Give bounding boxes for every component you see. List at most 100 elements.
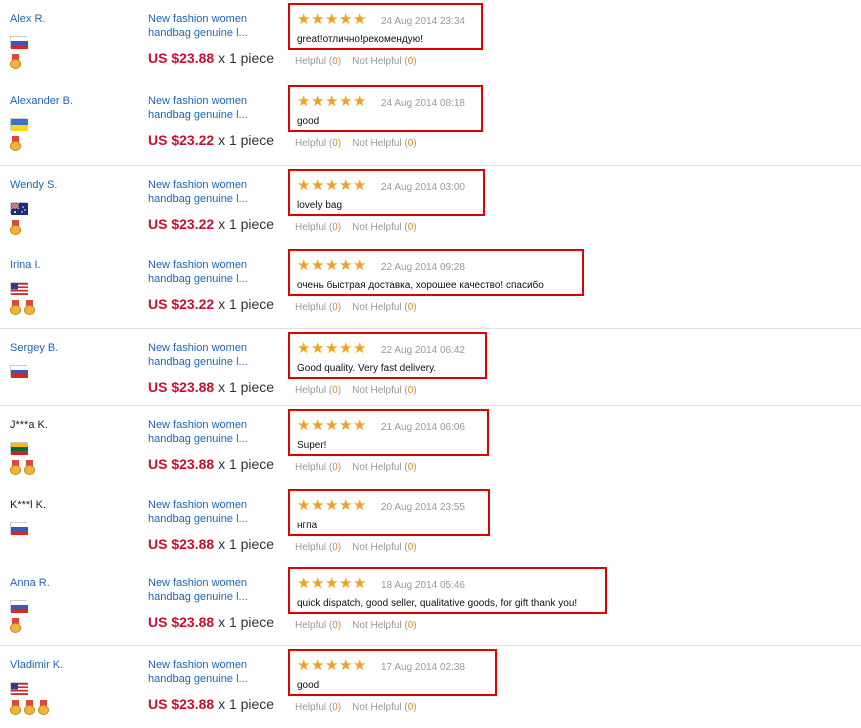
not-helpful-label: Not Helpful — [352, 702, 402, 713]
star-icon: ★ — [311, 11, 325, 28]
review-date: 24 Aug 2014 08:18 — [381, 98, 465, 109]
not-helpful-button[interactable]: Not Helpful (0) — [352, 56, 416, 67]
star-rating: ★★★★★ — [297, 11, 367, 28]
helpful-button[interactable]: Helpful (0) — [295, 222, 341, 233]
product-info: New fashion women handbag genuine l... US… — [148, 576, 278, 630]
buyer-info: Anna R. — [10, 577, 50, 634]
star-icon: ★ — [297, 93, 311, 110]
product-info: New fashion women handbag genuine l... US… — [148, 498, 278, 552]
buyer-medal-icon — [38, 700, 49, 715]
not-helpful-label: Not Helpful — [352, 138, 402, 149]
buyer-name[interactable]: Vladimir K. — [10, 659, 63, 672]
order-price: US $23.88 x 1 piece — [148, 379, 278, 395]
not-helpful-button[interactable]: Not Helpful (0) — [352, 542, 416, 553]
order-quantity: x 1 piece — [218, 456, 275, 472]
review-date: 24 Aug 2014 03:00 — [381, 182, 465, 193]
review-votes: Helpful (0) Not Helpful (0) — [295, 462, 428, 473]
helpful-label: Helpful — [295, 542, 327, 553]
buyer-info: K***l K. — [10, 499, 46, 556]
price-amount: US $23.88 — [148, 614, 215, 630]
helpful-button[interactable]: Helpful (0) — [295, 620, 341, 631]
not-helpful-button[interactable]: Not Helpful (0) — [352, 302, 416, 313]
order-price: US $23.88 x 1 piece — [148, 456, 278, 472]
product-title-link[interactable]: New fashion women handbag genuine l... — [148, 94, 278, 122]
buyer-name[interactable]: Wendy S. — [10, 179, 58, 192]
buyer-name[interactable]: Irina I. — [10, 259, 41, 272]
helpful-label: Helpful — [295, 702, 327, 713]
star-icon: ★ — [353, 657, 367, 674]
product-title-link[interactable]: New fashion women handbag genuine l... — [148, 258, 278, 286]
product-title-link[interactable]: New fashion women handbag genuine l... — [148, 178, 278, 206]
star-icon: ★ — [297, 11, 311, 28]
product-title-link[interactable]: New fashion women handbag genuine l... — [148, 498, 278, 526]
buyer-medals — [10, 300, 41, 316]
helpful-button[interactable]: Helpful (0) — [295, 56, 341, 67]
order-price: US $23.88 x 1 piece — [148, 536, 278, 552]
helpful-count: 0 — [332, 302, 338, 313]
product-title-link[interactable]: New fashion women handbag genuine l... — [148, 341, 278, 369]
review-highlight-box: ★★★★★ 18 Aug 2014 05:46 quick dispatch, go… — [288, 567, 607, 614]
helpful-button[interactable]: Helpful (0) — [295, 542, 341, 553]
not-helpful-count: 0 — [407, 222, 414, 233]
price-amount: US $23.88 — [148, 379, 215, 395]
country-flag-icon — [10, 36, 28, 49]
not-helpful-label: Not Helpful — [352, 222, 402, 233]
helpful-button[interactable]: Helpful (0) — [295, 462, 341, 473]
helpful-count: 0 — [332, 542, 338, 553]
not-helpful-button[interactable]: Not Helpful (0) — [352, 385, 416, 396]
buyer-medal-icon — [10, 300, 21, 315]
star-icon: ★ — [297, 657, 311, 674]
review-text: Super! — [297, 440, 327, 451]
review-highlight-box: ★★★★★ 24 Aug 2014 23:34 great!отлично!реко… — [288, 3, 483, 50]
helpful-button[interactable]: Helpful (0) — [295, 702, 341, 713]
not-helpful-button[interactable]: Not Helpful (0) — [352, 462, 416, 473]
buyer-medals — [10, 136, 73, 152]
star-icon: ★ — [353, 575, 367, 592]
not-helpful-label: Not Helpful — [352, 385, 402, 396]
star-icon: ★ — [339, 11, 353, 28]
product-title-link[interactable]: New fashion women handbag genuine l... — [148, 418, 278, 446]
not-helpful-button[interactable]: Not Helpful (0) — [352, 620, 416, 631]
buyer-name[interactable]: Sergey B. — [10, 342, 58, 355]
helpful-button[interactable]: Helpful (0) — [295, 385, 341, 396]
country-flag-icon — [10, 365, 28, 378]
not-helpful-button[interactable]: Not Helpful (0) — [352, 222, 416, 233]
buyer-info: Wendy S. — [10, 179, 58, 236]
review-votes: Helpful (0) Not Helpful (0) — [295, 542, 428, 553]
product-title-link[interactable]: New fashion women handbag genuine l... — [148, 12, 278, 40]
buyer-info: Vladimir K. — [10, 659, 63, 716]
price-amount: US $23.22 — [148, 216, 215, 232]
not-helpful-button[interactable]: Not Helpful (0) — [352, 702, 416, 713]
review-date: 17 Aug 2014 02:38 — [381, 662, 465, 673]
star-icon: ★ — [339, 417, 353, 434]
buyer-name[interactable]: Alexander B. — [10, 95, 73, 108]
star-icon: ★ — [311, 340, 325, 357]
star-icon: ★ — [297, 177, 311, 194]
star-icon: ★ — [353, 340, 367, 357]
product-info: New fashion women handbag genuine l... US… — [148, 178, 278, 232]
star-icon: ★ — [297, 417, 311, 434]
product-info: New fashion women handbag genuine l... US… — [148, 258, 278, 312]
buyer-medal-icon — [10, 460, 21, 475]
star-rating: ★★★★★ — [297, 177, 367, 194]
buyer-name[interactable]: Anna R. — [10, 577, 50, 590]
star-icon: ★ — [325, 177, 339, 194]
buyer-name[interactable]: Alex R. — [10, 13, 45, 26]
order-quantity: x 1 piece — [218, 132, 275, 148]
star-rating: ★★★★★ — [297, 93, 367, 110]
product-info: New fashion women handbag genuine l... US… — [148, 418, 278, 472]
star-icon: ★ — [325, 93, 339, 110]
star-rating: ★★★★★ — [297, 417, 367, 434]
not-helpful-button[interactable]: Not Helpful (0) — [352, 138, 416, 149]
order-quantity: x 1 piece — [218, 296, 275, 312]
star-icon: ★ — [339, 93, 353, 110]
product-title-link[interactable]: New fashion women handbag genuine l... — [148, 658, 278, 686]
country-flag-icon — [10, 442, 28, 455]
helpful-button[interactable]: Helpful (0) — [295, 302, 341, 313]
review-text: Good quality. Very fast delivery. — [297, 363, 437, 374]
review-highlight-box: ★★★★★ 22 Aug 2014 09:28 очень быстрая дост… — [288, 249, 584, 296]
helpful-button[interactable]: Helpful (0) — [295, 138, 341, 149]
product-title-link[interactable]: New fashion women handbag genuine l... — [148, 576, 278, 604]
review-highlight-box: ★★★★★ 20 Aug 2014 23:55 нгпа — [288, 489, 490, 536]
star-icon: ★ — [353, 417, 367, 434]
